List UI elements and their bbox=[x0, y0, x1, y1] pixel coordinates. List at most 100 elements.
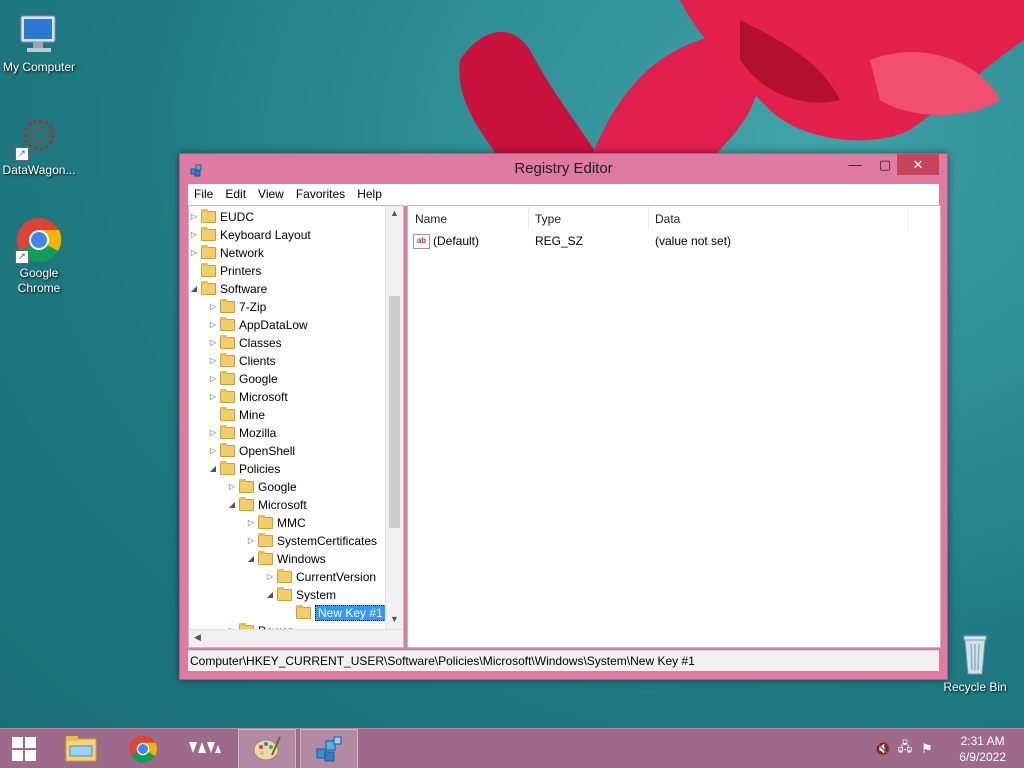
scrollbar-thumb[interactable] bbox=[389, 296, 400, 528]
menu-help[interactable]: Help bbox=[351, 184, 388, 204]
expand-arrow-icon[interactable]: ▷ bbox=[208, 424, 218, 442]
folder-icon bbox=[258, 515, 273, 529]
column-divider[interactable] bbox=[528, 206, 529, 230]
menu-view[interactable]: View bbox=[252, 184, 290, 204]
desktop-icon-label: Recycle Bin bbox=[943, 680, 1007, 694]
tree-item-currentversion[interactable]: ▷ CurrentVersion bbox=[265, 568, 376, 586]
expand-arrow-icon[interactable]: ▷ bbox=[208, 370, 218, 388]
expand-arrow-icon[interactable]: ▷ bbox=[189, 244, 199, 262]
minimize-button[interactable]: — bbox=[840, 154, 870, 175]
expand-arrow-icon[interactable]: ▷ bbox=[208, 334, 218, 352]
folder-icon bbox=[201, 263, 216, 277]
registry-tree-pane[interactable]: ▷ EUDC ▷ Keyboard Layout ▷ Network Printers… bbox=[188, 205, 404, 648]
tree-item-clients[interactable]: ▷ Clients bbox=[208, 352, 276, 370]
tree-item-network[interactable]: ▷ Network bbox=[189, 244, 264, 262]
volume-muted-icon[interactable]: 🔇 bbox=[872, 741, 894, 757]
menu-edit[interactable]: Edit bbox=[219, 184, 252, 204]
collapse-arrow-icon[interactable]: ◢ bbox=[189, 280, 199, 298]
taskbar-paint[interactable] bbox=[238, 729, 296, 768]
tree-item-new-key-1[interactable]: New Key #1 bbox=[284, 604, 386, 622]
tree-item-mine[interactable]: Mine bbox=[208, 406, 265, 424]
tree-item-label: AppDataLow bbox=[239, 318, 308, 332]
registry-values-pane[interactable]: Name Type Data ab (Default) REG_SZ (value… bbox=[407, 205, 941, 648]
collapse-arrow-icon[interactable]: ◢ bbox=[227, 496, 237, 514]
expand-arrow-icon[interactable]: ▷ bbox=[208, 316, 218, 334]
folder-icon bbox=[220, 317, 235, 331]
taskbar-registry-editor[interactable] bbox=[300, 729, 358, 768]
tree-item-label-selected[interactable]: New Key #1 bbox=[315, 605, 386, 621]
taskbar-clock[interactable]: 2:31 AM 6/9/2022 bbox=[959, 733, 1006, 765]
tree-item-windows[interactable]: ◢ Windows bbox=[246, 550, 326, 568]
expand-arrow-icon[interactable]: ▷ bbox=[208, 352, 218, 370]
tree-item-label: OpenShell bbox=[239, 444, 296, 458]
expand-arrow-icon[interactable]: ▷ bbox=[208, 298, 218, 316]
tree-item-eudc[interactable]: ▷ EUDC bbox=[189, 208, 254, 226]
scroll-up-arrow-icon[interactable]: ▲ bbox=[386, 208, 403, 218]
tree-item-label: Google bbox=[258, 480, 297, 494]
network-icon[interactable]: 🖧 bbox=[894, 738, 916, 760]
start-button[interactable] bbox=[0, 729, 48, 768]
registry-editor-icon bbox=[316, 736, 342, 762]
expand-arrow-icon[interactable]: ▷ bbox=[208, 388, 218, 406]
expand-arrow-icon[interactable]: ▷ bbox=[227, 478, 237, 496]
status-path: Computer\HKEY_CURRENT_USER\Software\Poli… bbox=[190, 654, 695, 668]
status-bar: Computer\HKEY_CURRENT_USER\Software\Poli… bbox=[188, 650, 939, 671]
tree-item-keyboard-layout[interactable]: ▷ Keyboard Layout bbox=[189, 226, 311, 244]
desktop-icon-google-chrome[interactable]: ↗ Google Chrome bbox=[0, 216, 78, 296]
folder-icon bbox=[201, 227, 216, 241]
tree-item-policies-microsoft[interactable]: ◢ Microsoft bbox=[227, 496, 307, 514]
expand-arrow-icon[interactable]: ▷ bbox=[189, 208, 199, 226]
tree-item-policies-google[interactable]: ▷ Google bbox=[227, 478, 297, 496]
collapse-arrow-icon[interactable]: ◢ bbox=[265, 586, 275, 604]
tree-item-appdatalow[interactable]: ▷ AppDataLow bbox=[208, 316, 308, 334]
expand-arrow-icon[interactable]: ▷ bbox=[189, 226, 199, 244]
title-bar[interactable]: Registry Editor — ▢ ✕ bbox=[180, 154, 947, 184]
desktop-icon-my-computer[interactable]: My Computer bbox=[0, 10, 78, 75]
folder-icon bbox=[239, 479, 254, 493]
column-header-name[interactable]: Name bbox=[415, 212, 447, 226]
tree-item-printers[interactable]: Printers bbox=[189, 262, 261, 280]
tree-item-label: Mozilla bbox=[239, 426, 277, 440]
taskbar-app-triangles[interactable] bbox=[176, 729, 234, 768]
desktop-icon-datawagon[interactable]: ↗ DataWagon... bbox=[0, 113, 78, 178]
tree-item-microsoft[interactable]: ▷ Microsoft bbox=[208, 388, 288, 406]
tree-vertical-scrollbar[interactable]: ▲ ▼ bbox=[385, 206, 403, 630]
tree-item-label: CurrentVersion bbox=[296, 570, 377, 584]
tree-item-classes[interactable]: ▷ Classes bbox=[208, 334, 282, 352]
column-divider[interactable] bbox=[908, 206, 909, 230]
menu-file[interactable]: File bbox=[188, 184, 219, 204]
expand-arrow-icon[interactable]: ▷ bbox=[265, 568, 275, 586]
expand-arrow-icon[interactable]: ▷ bbox=[208, 442, 218, 460]
scroll-left-arrow-icon[interactable]: ◀ bbox=[189, 632, 206, 643]
expand-arrow-icon[interactable]: ▷ bbox=[246, 514, 256, 532]
column-header-data[interactable]: Data bbox=[655, 212, 680, 226]
tree-item-policies[interactable]: ◢ Policies bbox=[208, 460, 280, 478]
action-center-flag-icon[interactable]: ⚑ bbox=[916, 741, 938, 757]
tree-item-mozilla[interactable]: ▷ Mozilla bbox=[208, 424, 276, 442]
tree-horizontal-scrollbar[interactable]: ◀ bbox=[189, 629, 403, 647]
collapse-arrow-icon[interactable]: ◢ bbox=[246, 550, 256, 568]
column-divider[interactable] bbox=[648, 206, 649, 230]
maximize-button[interactable]: ▢ bbox=[870, 154, 900, 175]
tree-item-mmc[interactable]: ▷ MMC bbox=[246, 514, 306, 532]
taskbar-file-explorer[interactable] bbox=[52, 729, 110, 768]
column-header-type[interactable]: Type bbox=[535, 212, 561, 226]
tree-item-software[interactable]: ◢ Software bbox=[189, 280, 267, 298]
registry-editor-window: Registry Editor — ▢ ✕ File Edit View Favori… bbox=[179, 153, 948, 680]
folder-icon bbox=[220, 371, 235, 385]
tree-item-openshell[interactable]: ▷ OpenShell bbox=[208, 442, 295, 460]
menu-favorites[interactable]: Favorites bbox=[290, 184, 351, 204]
folder-icon bbox=[239, 497, 254, 511]
taskbar-google-chrome[interactable] bbox=[114, 729, 172, 768]
tree-item-google[interactable]: ▷ Google bbox=[208, 370, 278, 388]
tree-item-7zip[interactable]: ▷ 7-Zip bbox=[208, 298, 266, 316]
expand-arrow-icon[interactable]: ▷ bbox=[246, 532, 256, 550]
wallpaper-flower bbox=[459, 0, 1024, 160]
folder-icon bbox=[220, 461, 235, 475]
close-button[interactable]: ✕ bbox=[897, 154, 939, 175]
folder-icon bbox=[220, 407, 235, 421]
tree-item-systemcertificates[interactable]: ▷ SystemCertificates bbox=[246, 532, 377, 550]
tree-item-system[interactable]: ◢ System bbox=[265, 586, 336, 604]
scroll-down-arrow-icon[interactable]: ▼ bbox=[386, 614, 403, 624]
collapse-arrow-icon[interactable]: ◢ bbox=[208, 460, 218, 478]
